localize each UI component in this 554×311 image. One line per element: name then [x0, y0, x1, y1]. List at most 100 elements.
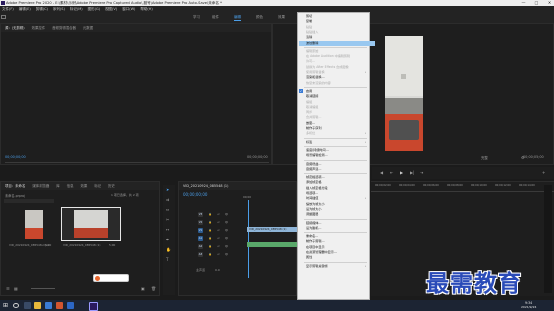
premiere-taskbar-icon[interactable]: [89, 302, 98, 311]
context-menu-item[interactable]: 链接媒体…: [306, 221, 321, 226]
settings-icon[interactable]: ⚙: [521, 155, 525, 160]
workspace-tab-0[interactable]: 学习: [193, 14, 200, 20]
lock-icon[interactable]: 🔒: [208, 244, 213, 249]
chrome-icon[interactable]: [56, 302, 63, 309]
ime-toolbar[interactable]: [93, 274, 129, 282]
sync-icon[interactable]: ⇄: [216, 244, 221, 249]
type-tool-icon[interactable]: T: [166, 257, 168, 262]
video-clip-v1[interactable]: VID_20210924_085548 (1): [247, 227, 299, 232]
context-menu-item[interactable]: 嵌套…: [306, 121, 315, 126]
project-tab-2[interactable]: 库: [56, 184, 59, 188]
source-tab-2[interactable]: 音频剪辑混合器: [52, 26, 76, 30]
audio-clip-a1[interactable]: [247, 242, 299, 247]
context-menu-item[interactable]: 清除: [306, 35, 312, 40]
context-menu-item[interactable]: 制作子剪辑…: [306, 239, 325, 244]
context-menu-item[interactable]: 调整图层: [306, 212, 318, 217]
pen-tool-icon[interactable]: ✒: [166, 237, 169, 242]
eye-icon[interactable]: 👁: [224, 212, 229, 217]
sync-icon[interactable]: ⇄: [216, 220, 221, 225]
eye-icon[interactable]: 👁: [224, 220, 229, 225]
selection-tool-icon[interactable]: ➤: [166, 187, 169, 192]
home-icon[interactable]: [1, 15, 6, 19]
eye-icon[interactable]: 👁: [224, 228, 229, 233]
context-menu-item[interactable]: 波纹删除: [299, 40, 375, 46]
context-menu-item[interactable]: 属性: [306, 255, 312, 260]
context-menu-item[interactable]: 时间插值: [306, 196, 318, 201]
lock-icon[interactable]: 🔒: [208, 252, 213, 257]
lock-icon[interactable]: 🔒: [208, 228, 213, 233]
eye-icon[interactable]: 👁: [224, 236, 229, 241]
track-target-a1[interactable]: A1: [198, 236, 203, 241]
workspace-tab-4[interactable]: 效果: [278, 14, 285, 20]
track-select-tool-icon[interactable]: ⇉: [166, 197, 169, 202]
project-tab-4[interactable]: 效果: [80, 184, 87, 188]
search-icon[interactable]: [13, 303, 19, 308]
timeline-timecode[interactable]: 00;00;00;00: [183, 192, 207, 197]
step-forward-icon[interactable]: ▶|: [410, 170, 414, 175]
icon-view-icon[interactable]: ▦: [14, 286, 18, 291]
add-button-icon[interactable]: +: [542, 170, 545, 175]
go-to-in-icon[interactable]: ⇤: [390, 170, 393, 175]
windows-start-icon[interactable]: ⊞: [3, 302, 8, 309]
context-menu-item[interactable]: 添加帧定格: [306, 180, 321, 185]
playhead[interactable]: [248, 200, 249, 278]
razor-tool-icon[interactable]: ✂: [166, 217, 169, 222]
workspace-tab-1[interactable]: 组件: [212, 14, 219, 20]
track-target-a3[interactable]: A3: [198, 252, 203, 257]
context-menu-item[interactable]: 插入帧定格分段: [306, 186, 328, 191]
sync-icon[interactable]: ⇄: [216, 228, 221, 233]
context-menu-item[interactable]: 场景编辑检测…: [306, 153, 328, 158]
lock-icon[interactable]: 🔒: [208, 212, 213, 217]
sync-icon[interactable]: ⇄: [216, 212, 221, 217]
word-icon[interactable]: [67, 302, 74, 309]
project-tab-1[interactable]: 媒体浏览器: [32, 184, 49, 188]
hand-tool-icon[interactable]: ✋: [166, 247, 171, 252]
project-tab-5[interactable]: 标记: [94, 184, 101, 188]
eye-icon[interactable]: 👁: [224, 244, 229, 249]
context-menu-item[interactable]: 设为脱机…: [306, 226, 321, 231]
lock-icon[interactable]: 🔒: [208, 236, 213, 241]
track-target-v2[interactable]: V2: [198, 220, 203, 225]
new-item-icon[interactable]: ▣: [141, 286, 145, 291]
context-menu-item[interactable]: 显示剪辑关键帧: [306, 264, 328, 269]
program-fit[interactable]: 完整: [481, 155, 488, 160]
step-back-icon[interactable]: ◀: [380, 170, 383, 175]
track-target-v3[interactable]: V3: [198, 212, 203, 217]
workspace-tab-3[interactable]: 颜色: [256, 14, 263, 20]
source-tab-3[interactable]: 元数据: [83, 26, 93, 30]
task-view-icon[interactable]: [24, 302, 31, 309]
list-view-icon[interactable]: ☰: [6, 286, 10, 291]
project-thumb-1[interactable]: [25, 210, 43, 239]
context-menu-item[interactable]: 音频声道…: [306, 167, 321, 172]
sync-icon[interactable]: ⇄: [216, 236, 221, 241]
workspace-tab-2[interactable]: 编辑: [234, 14, 241, 21]
context-menu-item[interactable]: 复制: [306, 19, 312, 24]
source-tab-0[interactable]: 源：(无剪辑): [5, 26, 25, 30]
go-to-out-icon[interactable]: ⇥: [420, 170, 423, 175]
sequence-tab[interactable]: VID_20210924_085548 (1): [183, 184, 228, 188]
track-target-a2[interactable]: A2: [198, 244, 203, 249]
context-menu-item[interactable]: 渲染和替换…: [306, 75, 325, 80]
project-thumb-2-selected[interactable]: [61, 207, 121, 241]
project-tab-6[interactable]: 历史: [108, 184, 115, 188]
eye-icon[interactable]: 👁: [224, 252, 229, 257]
sync-icon[interactable]: ⇄: [216, 252, 221, 257]
master-track-value[interactable]: 0.0: [215, 268, 220, 272]
context-menu-item[interactable]: 缩放为帧大小: [306, 202, 325, 207]
context-menu-item[interactable]: 在项目中显示: [306, 245, 325, 250]
lock-icon[interactable]: 🔒: [208, 220, 213, 225]
zoom-slider[interactable]: [31, 288, 55, 289]
context-menu-item[interactable]: 取消链接: [306, 94, 318, 99]
project-tab-3[interactable]: 信息: [67, 184, 74, 188]
trash-icon[interactable]: 🗑: [151, 286, 156, 291]
track-target-v1[interactable]: V1: [198, 228, 203, 233]
project-search-input[interactable]: [4, 199, 54, 203]
context-menu-item[interactable]: 标签: [306, 140, 312, 145]
context-menu-item[interactable]: 音频增益…: [306, 162, 321, 167]
edge-icon[interactable]: [45, 302, 52, 309]
slip-tool-icon[interactable]: ↔: [166, 227, 169, 232]
project-tab-0[interactable]: 项目：未命名: [5, 184, 25, 188]
source-tab-1[interactable]: 效果控件: [32, 26, 46, 30]
play-icon[interactable]: ▶: [400, 170, 403, 175]
ripple-edit-tool-icon[interactable]: ⇔: [166, 207, 169, 212]
